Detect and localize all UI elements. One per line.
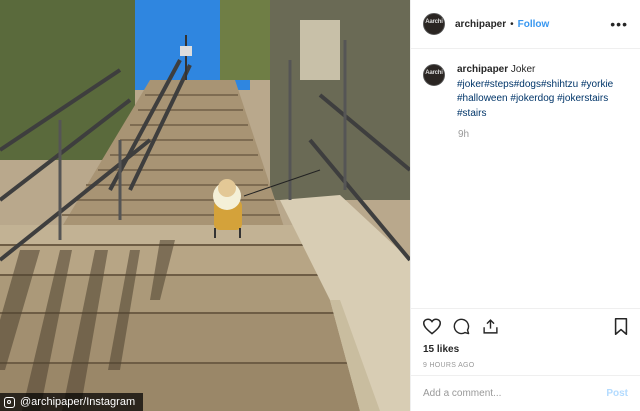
hashtag-link[interactable]: #shihtzu xyxy=(541,79,578,90)
follow-button[interactable]: Follow xyxy=(518,19,550,30)
post-actions: 15 likes 9 HOURS AGO xyxy=(411,308,640,369)
caption-avatar-text: Aarchi xyxy=(425,70,443,76)
caption-username[interactable]: archipaper xyxy=(457,64,508,75)
post-header: Aarchi archipaper • Follow ••• xyxy=(411,0,640,49)
hashtag-link[interactable]: #halloween xyxy=(457,93,508,104)
add-comment-bar: Add a comment... Post xyxy=(411,375,640,411)
separator-dot: • xyxy=(510,18,514,30)
likes-count[interactable]: 15 likes xyxy=(423,344,628,355)
hashtag-link[interactable]: #jokerdog xyxy=(510,93,554,104)
hashtag-link[interactable]: #stairs xyxy=(457,108,486,119)
username-link[interactable]: archipaper xyxy=(455,19,506,30)
comment-input[interactable]: Add a comment... xyxy=(423,388,606,399)
caption-avatar[interactable]: Aarchi xyxy=(423,64,445,86)
comment-icon[interactable] xyxy=(453,318,470,335)
more-options-icon[interactable]: ••• xyxy=(610,16,628,32)
instagram-post: @archipaper/Instagram Aarchi archipaper … xyxy=(0,0,640,411)
post-photo: @archipaper/Instagram xyxy=(0,0,410,411)
photo-credit-text: @archipaper/Instagram xyxy=(20,396,136,408)
share-icon[interactable] xyxy=(482,318,499,335)
caption-text: archipaper Joker #joker#steps#dogs#shiht… xyxy=(457,63,627,121)
hashtag-link[interactable]: #dogs xyxy=(514,79,541,90)
caption-time[interactable]: 9h xyxy=(458,129,628,140)
heart-icon[interactable] xyxy=(423,317,441,335)
bookmark-icon[interactable] xyxy=(614,317,628,335)
stairs-photo-illustration xyxy=(0,0,410,411)
hashtag-link[interactable]: #joker xyxy=(457,79,484,90)
comments-section: Aarchi archipaper Joker #joker#steps#dog… xyxy=(411,49,640,140)
photo-credit: @archipaper/Instagram xyxy=(0,393,144,411)
post-sidebar: Aarchi archipaper • Follow ••• Aarchi ar… xyxy=(410,0,640,411)
action-icons xyxy=(423,317,628,335)
caption: Aarchi archipaper Joker #joker#steps#dog… xyxy=(423,63,628,121)
caption-body: Joker xyxy=(510,64,536,75)
post-timestamp[interactable]: 9 HOURS AGO xyxy=(423,362,628,369)
hashtag-link[interactable]: #jokerstairs xyxy=(557,93,608,104)
post-comment-button[interactable]: Post xyxy=(606,388,628,399)
avatar[interactable]: Aarchi xyxy=(423,13,445,35)
hashtag-link[interactable]: #yorkie xyxy=(581,79,613,90)
instagram-icon xyxy=(4,396,15,408)
hashtag-link[interactable]: #steps xyxy=(484,79,513,90)
avatar-text: Aarchi xyxy=(425,19,443,25)
